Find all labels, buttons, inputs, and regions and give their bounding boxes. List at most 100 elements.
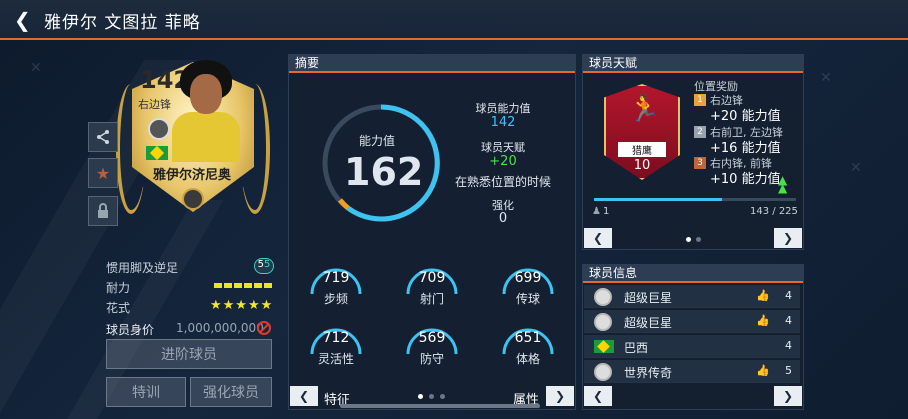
talent-badge-name: 猎鹰: [618, 142, 666, 157]
player-info-title: 球员信息: [583, 265, 803, 283]
stat-gauge: 651 体格: [500, 322, 556, 366]
bonus-rank-2: 2: [694, 126, 706, 138]
stat-label: 灵活性: [317, 352, 354, 366]
card-player-name: 雅伊尔济尼奥: [152, 168, 231, 183]
foot-value-b: 5: [264, 259, 271, 270]
talent-next-button[interactable]: ❯: [774, 228, 802, 248]
info-value: 5: [785, 364, 792, 377]
bonus-value: +16 能力值: [710, 141, 781, 156]
summary-title: 摘要: [289, 55, 575, 73]
page-dot: [696, 237, 701, 242]
season-medal-icon: [148, 118, 170, 140]
level-up-icon: ▲ ▲: [778, 173, 788, 195]
stat-label: 防守: [419, 352, 444, 366]
stat-gauge: 719 步频: [308, 262, 364, 306]
not-tradable-icon: [257, 321, 271, 335]
info-prev-button[interactable]: ❮: [584, 386, 612, 406]
info-text: 超级巨星: [624, 316, 673, 330]
stat-value: 651: [514, 330, 542, 346]
ovr-value: 162: [344, 150, 424, 194]
background-cross-icon: ✕: [850, 160, 862, 176]
talent-progress-fill: [594, 198, 723, 201]
stat-label: 步频: [323, 292, 348, 306]
stat-gauge: 712 灵活性: [308, 322, 364, 366]
stamina-bar: [214, 283, 272, 288]
lock-icon: [98, 203, 108, 218]
enhance-player-button[interactable]: 强化球员: [190, 377, 272, 407]
foot-label: 惯用脚及逆足: [106, 261, 179, 275]
info-value: 4: [785, 289, 792, 302]
stat-value: 699: [514, 270, 542, 286]
stat-gauge: 709 射门: [404, 262, 460, 306]
page-title: 雅伊尔 文图拉 菲略: [44, 13, 201, 33]
stat-value: 712: [322, 330, 350, 346]
hand-icon: 👍: [756, 314, 770, 327]
background-cross-icon: ✕: [820, 70, 832, 86]
card-position: 右边锋: [138, 98, 171, 111]
card-bottom-badge-icon: [182, 188, 204, 210]
back-button[interactable]: ❮: [14, 8, 31, 32]
info-row[interactable]: 超级巨星 👍 4: [584, 285, 800, 308]
special-training-button[interactable]: 特训: [106, 377, 186, 407]
lock-button[interactable]: [88, 196, 118, 226]
star-icon: ★: [95, 163, 111, 183]
info-next-button[interactable]: ❯: [774, 386, 802, 406]
superstar-icon: [594, 313, 612, 331]
page-dot-active: [418, 394, 423, 399]
stat-value: 719: [322, 270, 350, 286]
stat-label: 传球: [515, 292, 540, 306]
info-text: 巴西: [624, 341, 649, 355]
page-dot: [429, 394, 434, 399]
price-value: 1,000,000,000: [176, 321, 264, 335]
talent-badge-level: 10: [633, 158, 651, 173]
info-value: 4: [785, 314, 792, 327]
legend-icon: [594, 363, 612, 381]
talent-prev-button[interactable]: ❮: [584, 228, 612, 248]
info-row[interactable]: 巴西 4: [584, 335, 800, 358]
runner-icon: 🏃: [628, 94, 661, 124]
ability-label: 球员能力值: [475, 102, 531, 115]
brazil-flag-icon: [146, 146, 168, 160]
share-icon: [97, 130, 109, 144]
enhance-value: 0: [498, 211, 508, 226]
info-text: 超级巨星: [624, 291, 673, 305]
ovr-label: 能力值: [359, 134, 396, 148]
price-label: 球员身价: [106, 323, 155, 337]
brazil-flag-icon: [594, 340, 614, 353]
talent-note: 在熟悉位置的时候: [454, 175, 551, 189]
page-dot-active: [686, 237, 691, 242]
ability-value: 142: [490, 115, 516, 130]
skill-stars: ★★★★★: [210, 298, 274, 313]
bonus-rank-1: 1: [694, 94, 706, 106]
hand-icon: 👍: [756, 289, 770, 302]
talent-title: 球员天赋: [583, 55, 803, 73]
stat-label: 射门: [419, 292, 444, 306]
advance-player-button[interactable]: 进阶球员: [106, 339, 272, 369]
share-button[interactable]: [88, 122, 118, 152]
player-portrait: [172, 60, 240, 162]
info-value: 4: [785, 339, 792, 352]
info-row[interactable]: 超级巨星 👍 4: [584, 310, 800, 333]
superstar-icon: [594, 288, 612, 306]
player-card: 142 右边锋 雅伊尔济尼奥: [110, 54, 276, 224]
stat-gauge: 569 防守: [404, 322, 460, 366]
stat-gauge: 699 传球: [500, 262, 556, 306]
info-text: 世界传奇: [624, 366, 673, 380]
talent-label: 球员天赋: [481, 141, 525, 154]
stamina-label: 耐力: [106, 281, 131, 295]
bonus-rank-3: 3: [694, 157, 706, 169]
progress-text: 143 / 225: [750, 206, 798, 217]
info-row[interactable]: 世界传奇 👍 5: [584, 360, 800, 383]
progress-count: 1: [603, 206, 610, 217]
page-dot: [440, 394, 445, 399]
foot-badge: 55: [254, 258, 274, 274]
favorite-button[interactable]: ★: [88, 158, 118, 188]
talent-value: +20: [489, 154, 517, 169]
bonus-value: +10 能力值: [710, 172, 781, 187]
summary-next-button[interactable]: ❯: [546, 386, 574, 406]
stat-value: 709: [418, 270, 446, 286]
scrollbar[interactable]: [340, 404, 540, 408]
player-count-icon: ♟: [592, 206, 601, 217]
summary-prev-button[interactable]: ❮: [290, 386, 318, 406]
background-cross-icon: ✕: [30, 60, 42, 76]
